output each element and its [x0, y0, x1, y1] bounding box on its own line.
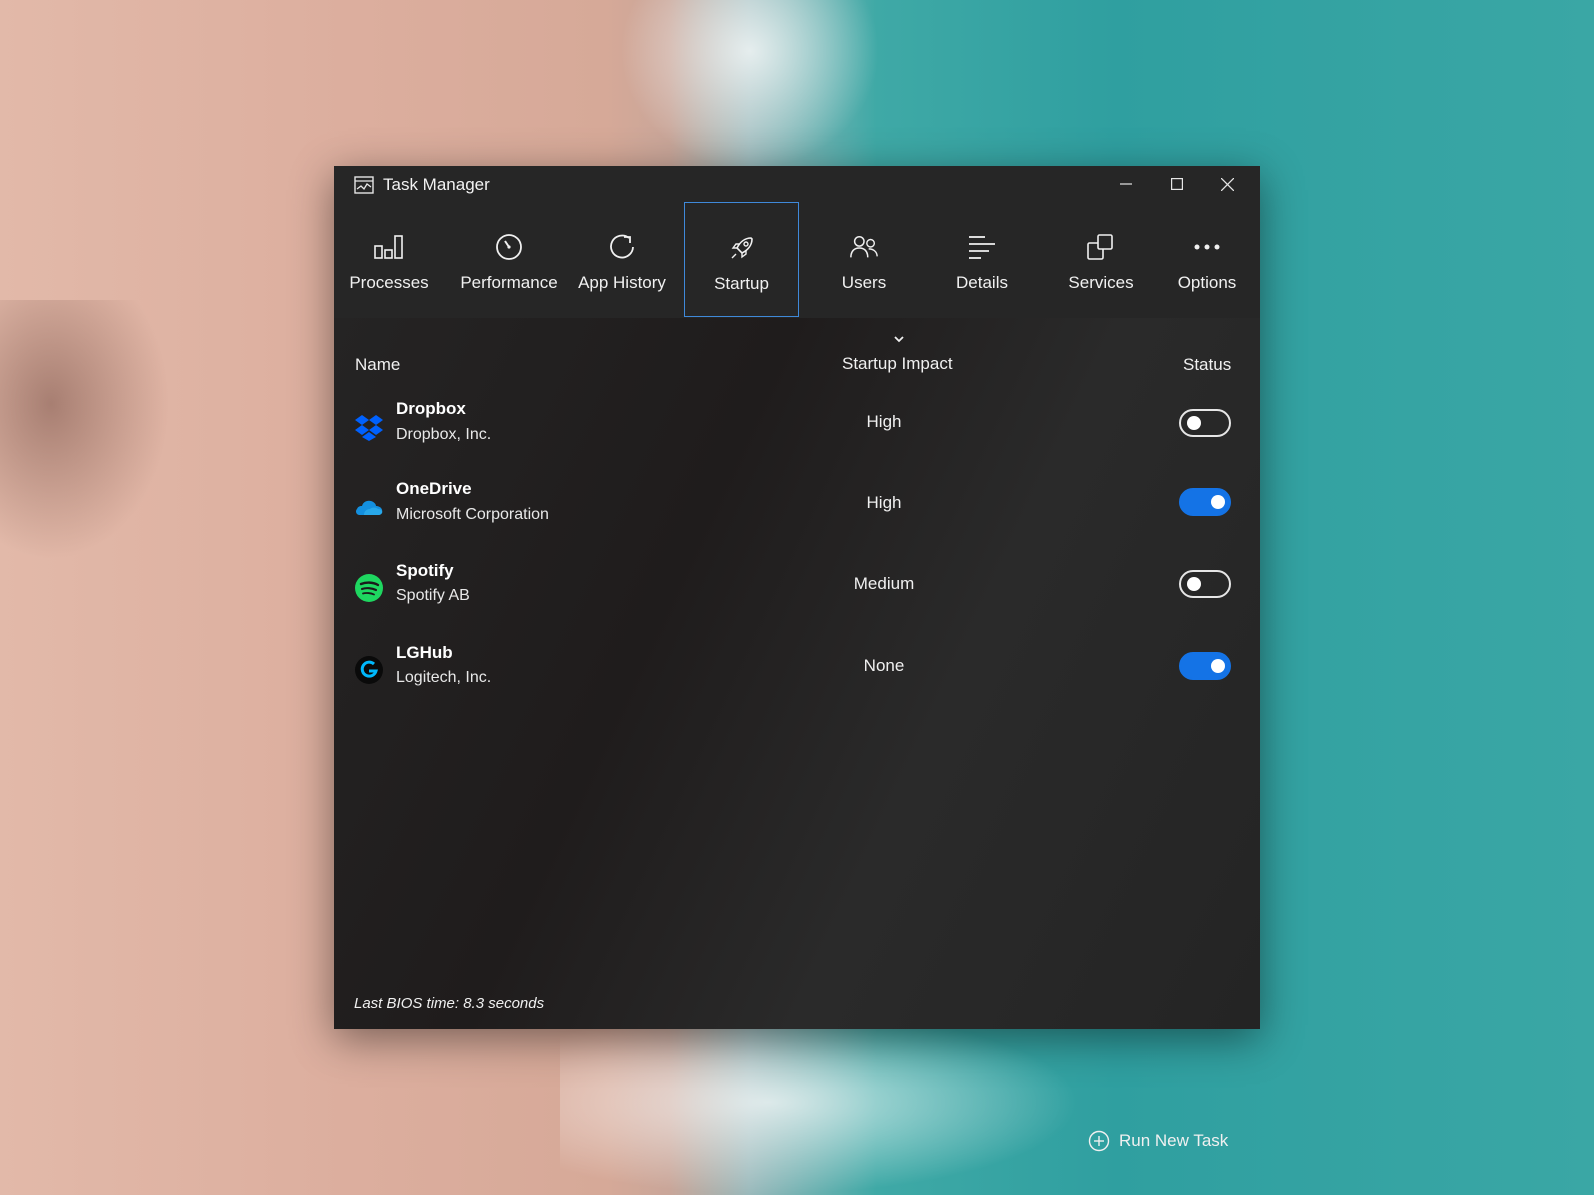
- app-name: OneDrive: [396, 479, 472, 498]
- details-icon: [969, 236, 995, 259]
- services-icon: [1087, 234, 1113, 260]
- toggle-knob: [1187, 416, 1201, 430]
- minimize-icon: [1120, 183, 1132, 185]
- tab-app-history[interactable]: App History: [567, 202, 677, 317]
- tab-details[interactable]: Details: [927, 202, 1037, 317]
- chevron-down-icon: [894, 336, 904, 343]
- tab-performance[interactable]: Performance: [454, 202, 564, 317]
- startup-impact: None: [863, 656, 905, 675]
- startup-impact: Medium: [853, 574, 915, 593]
- tab-processes[interactable]: Processes: [347, 202, 431, 317]
- startup-impact: High: [866, 412, 902, 431]
- table-row[interactable]: LGHub Logitech, Inc. None: [334, 639, 1260, 709]
- more-icon: [1194, 244, 1220, 250]
- app-name: LGHub: [396, 643, 453, 662]
- tab-label: Services: [1068, 273, 1134, 292]
- run-new-task-label: Run New Task: [1119, 1131, 1229, 1150]
- close-icon: [1220, 177, 1234, 191]
- app-publisher: Microsoft Corporation: [396, 506, 549, 523]
- bios-time-label: Last BIOS time: 8.3 seconds: [354, 995, 545, 1012]
- table-row[interactable]: Dropbox Dropbox, Inc. High: [334, 395, 1260, 465]
- table-row[interactable]: Spotify Spotify AB Medium: [334, 557, 1260, 627]
- performance-icon: [496, 234, 522, 260]
- task-manager-app-icon: [354, 176, 374, 194]
- app-name: Dropbox: [396, 399, 466, 418]
- maximize-icon: [1171, 178, 1183, 190]
- table-row[interactable]: OneDrive Microsoft Corporation High: [334, 475, 1260, 545]
- spotify-icon: [355, 574, 383, 602]
- tab-label: App History: [578, 273, 666, 292]
- minimize-button[interactable]: [1101, 166, 1151, 202]
- app-publisher: Dropbox, Inc.: [396, 426, 492, 443]
- dropbox-icon: [355, 415, 383, 441]
- tab-row: Processes Performance App History Startu…: [334, 202, 1260, 318]
- run-new-task-button[interactable]: Run New Task: [1088, 1129, 1228, 1153]
- close-button[interactable]: [1202, 166, 1252, 202]
- tab-options[interactable]: Options: [1162, 202, 1252, 317]
- maximize-button[interactable]: [1152, 166, 1202, 202]
- tab-label: Startup: [714, 274, 769, 293]
- tab-label: Performance: [460, 273, 558, 292]
- toggle-knob: [1211, 659, 1225, 673]
- column-header-startup-impact[interactable]: Startup Impact: [842, 354, 953, 374]
- tab-services[interactable]: Services: [1046, 202, 1156, 317]
- wallpaper-surf: [620, 0, 880, 170]
- window-title: Task Manager: [383, 175, 490, 194]
- startup-impact: High: [866, 493, 902, 512]
- toggle-knob: [1211, 495, 1225, 509]
- startup-table: Name Startup Impact Status Dropbox Dropb…: [334, 318, 1260, 1152]
- tab-label: Options: [1177, 273, 1237, 292]
- app-history-icon: [610, 234, 634, 259]
- status-toggle[interactable]: [1179, 570, 1231, 598]
- tab-label: Processes: [349, 273, 429, 292]
- status-toggle[interactable]: [1179, 409, 1231, 437]
- users-icon: [850, 235, 878, 258]
- tab-label: Details: [956, 273, 1008, 292]
- wallpaper-surf: [560, 1010, 1080, 1195]
- app-name: Spotify: [396, 561, 454, 580]
- plus-circle-icon: [1088, 1130, 1110, 1152]
- title-bar: Task Manager: [334, 166, 1260, 202]
- tab-startup[interactable]: Startup: [684, 202, 799, 317]
- logitech-icon: [355, 656, 383, 684]
- task-manager-window: Task Manager Processes Performance App H…: [334, 166, 1260, 1152]
- status-toggle[interactable]: [1179, 652, 1231, 680]
- app-publisher: Spotify AB: [396, 587, 470, 604]
- tab-label: Users: [841, 273, 887, 292]
- processes-icon: [374, 235, 403, 259]
- toggle-knob: [1187, 577, 1201, 591]
- tab-users[interactable]: Users: [809, 202, 919, 317]
- wallpaper-shadow: [0, 300, 170, 560]
- rocket-icon: [731, 237, 753, 259]
- column-header-name[interactable]: Name: [355, 355, 400, 375]
- app-publisher: Logitech, Inc.: [396, 669, 492, 686]
- column-header-status[interactable]: Status: [1183, 355, 1231, 375]
- status-toggle[interactable]: [1179, 488, 1231, 516]
- onedrive-icon: [356, 500, 383, 515]
